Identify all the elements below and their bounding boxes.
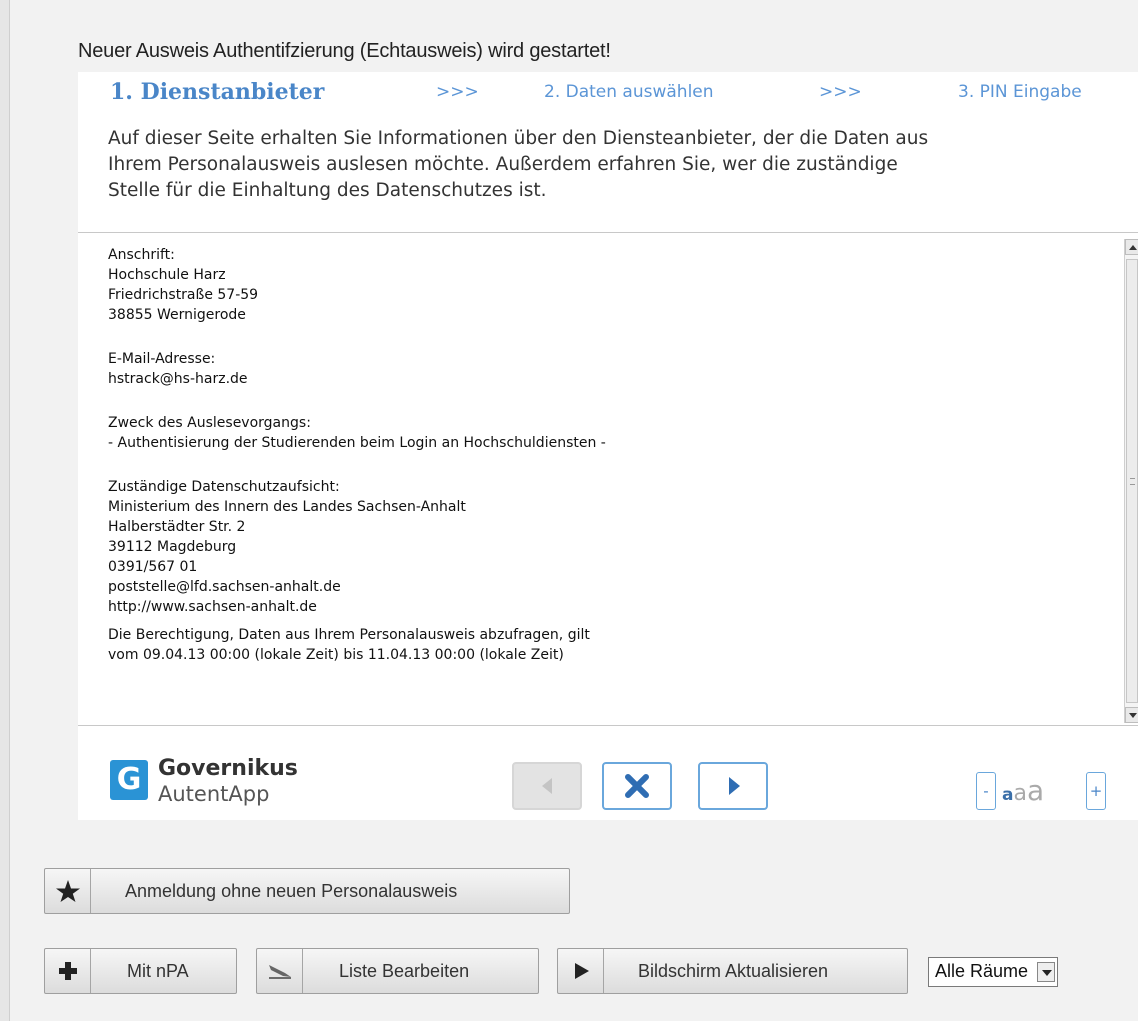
next-button[interactable] [698, 762, 768, 810]
plus-icon [45, 949, 91, 993]
edit-icon [257, 949, 303, 993]
step-pin-eingabe: 3. PIN Eingabe [958, 82, 1082, 102]
provider-info-box[interactable]: Anschrift: Hochschule Harz Friedrichstra… [78, 232, 1138, 726]
scroll-down-icon[interactable] [1125, 707, 1138, 723]
font-size-control: - aaa + [976, 772, 1116, 812]
purpose-value: - Authentisierung der Studierenden beim … [108, 435, 606, 451]
font-size-medium: a [1013, 781, 1027, 806]
cancel-button[interactable] [602, 762, 672, 810]
step-daten-auswaehlen: 2. Daten auswählen [544, 82, 714, 102]
bildschirm-aktualisieren-button[interactable]: Bildschirm Aktualisieren [557, 948, 908, 994]
intro-line: Stelle für die Einhaltung des Datenschut… [108, 180, 547, 201]
supervision-web: http://www.sachsen-anhalt.de [108, 599, 317, 615]
step-dienstanbieter: 1. Dienstanbieter [110, 79, 325, 105]
anmeldung-ohne-ausweis-button[interactable]: Anmeldung ohne neuen Personalausweis [44, 868, 570, 914]
font-size-large: a [1026, 774, 1045, 807]
intro-line: Auf dieser Seite erhalten Sie Informatio… [108, 128, 929, 149]
validity-line: Die Berechtigung, Daten aus Ihrem Person… [108, 627, 590, 643]
address-label: Anschrift: [108, 247, 175, 263]
mit-npa-label: Mit nPA [127, 961, 189, 981]
star-icon [45, 869, 91, 913]
address-street: Friedrichstraße 57-59 [108, 287, 259, 303]
supervision-email: poststelle@lfd.sachsen-anhalt.de [108, 579, 341, 595]
email-value: hstrack@hs-harz.de [108, 371, 248, 387]
step-indicator: 1. Dienstanbieter >>> 2. Daten auswählen… [78, 79, 1138, 110]
chevron-down-icon[interactable] [1037, 962, 1055, 982]
back-button[interactable] [512, 762, 582, 810]
logo-subtitle: AutentApp [158, 782, 270, 806]
room-select[interactable]: Alle Räume [928, 957, 1058, 987]
grip-icon [1130, 478, 1135, 485]
supervision-street: Halberstädter Str. 2 [108, 519, 246, 535]
close-icon [625, 774, 649, 798]
supervision-city: 39112 Magdeburg [108, 539, 237, 555]
anmeldung-label: Anmeldung ohne neuen Personalausweis [125, 881, 458, 901]
address-city: 38855 Wernigerode [108, 307, 246, 323]
supervision-phone: 0391/567 01 [108, 559, 198, 575]
intro-line: Ihrem Personalausweis auslesen möchte. A… [108, 154, 898, 175]
scroll-up-icon[interactable] [1125, 239, 1138, 255]
address-name: Hochschule Harz [108, 267, 226, 283]
step-separator: >>> [436, 82, 479, 102]
supervision-org: Ministerium des Innern des Landes Sachse… [108, 499, 466, 515]
logo-mark-letter: G [116, 762, 142, 797]
liste-bearbeiten-button[interactable]: Liste Bearbeiten [256, 948, 539, 994]
mit-npa-button[interactable]: Mit nPA [44, 948, 237, 994]
step-separator: >>> [819, 82, 862, 102]
validity-line: vom 09.04.13 00:00 (lokale Zeit) bis 11.… [108, 647, 564, 663]
window-left-edge [0, 0, 10, 1021]
font-decrease-button[interactable]: - [976, 772, 996, 810]
purpose-label: Zweck des Auslesevorgangs: [108, 415, 311, 431]
bildschirm-aktualisieren-label: Bildschirm Aktualisieren [638, 961, 829, 981]
font-size-small: a [1002, 785, 1014, 805]
page-heading: Neuer Ausweis Authentifzierung (Echtausw… [78, 40, 611, 62]
logo-name: Governikus [158, 756, 298, 781]
chevron-right-icon [729, 777, 740, 795]
intro-text: Auf dieser Seite erhalten Sie Informatio… [108, 126, 1118, 204]
supervision-label: Zuständige Datenschutzaufsicht: [108, 479, 340, 495]
scroll-thumb[interactable] [1126, 259, 1138, 703]
email-label: E-Mail-Adresse: [108, 351, 216, 367]
provider-info-content: Anschrift: Hochschule Harz Friedrichstra… [108, 245, 1108, 665]
liste-bearbeiten-label: Liste Bearbeiten [339, 961, 470, 981]
governikus-logo-icon: G [110, 760, 148, 800]
autentapp-panel: 1. Dienstanbieter >>> 2. Daten auswählen… [78, 72, 1138, 820]
play-icon [558, 949, 604, 993]
info-scrollbar[interactable] [1124, 239, 1138, 723]
chevron-left-icon [542, 778, 552, 794]
font-increase-button[interactable]: + [1086, 772, 1106, 810]
room-select-value: Alle Räume [935, 961, 1029, 981]
governikus-logo: G Governikus AutentApp [110, 756, 330, 816]
font-size-indicator: aaa [1002, 774, 1044, 807]
